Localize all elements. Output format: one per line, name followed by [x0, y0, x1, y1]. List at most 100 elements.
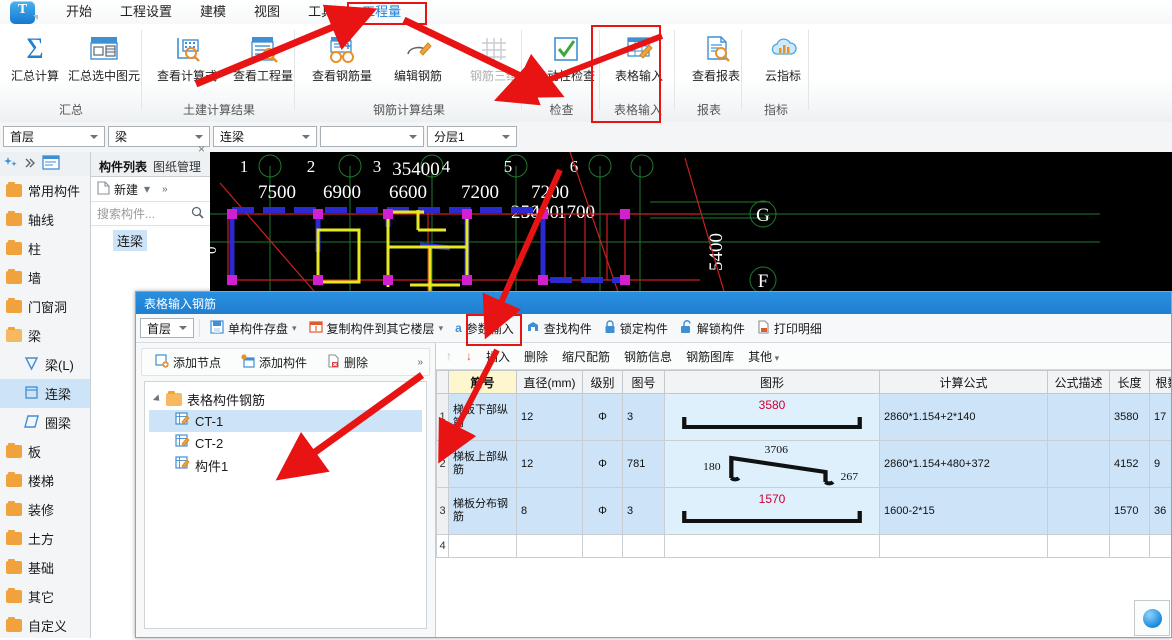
column-header-2[interactable]: 级别 — [582, 370, 623, 394]
dialog-title-bar[interactable]: 表格输入钢筋 — [136, 292, 1171, 314]
cell-drawing_no[interactable]: 781 — [622, 440, 665, 488]
row-index[interactable]: 4 — [436, 534, 449, 558]
copy-component-button[interactable]: 复制构件到其它楼层 ▾ — [304, 318, 449, 339]
ribbon-button-summary-selected[interactable]: 汇总选中图元 — [66, 28, 142, 83]
tree-root-node[interactable]: 表格构件钢筋 — [149, 388, 422, 410]
cell-length[interactable]: 1570 — [1109, 487, 1150, 535]
chevron-down-icon[interactable] — [152, 394, 163, 404]
rail-item-11[interactable]: 装修 — [0, 495, 90, 524]
rail-item-5[interactable]: 梁 — [0, 321, 90, 350]
ribbon-button-table-input[interactable]: 表格输入 — [601, 28, 677, 83]
cell-count[interactable]: 9 — [1149, 440, 1171, 488]
grid-toolbar-arrow-down-icon[interactable]: ↓ — [466, 349, 472, 363]
tree-node-0[interactable]: CT-1 — [149, 410, 422, 432]
floor-selector[interactable]: 首层 — [3, 126, 105, 147]
row-index[interactable]: 3 — [436, 487, 449, 535]
cell-count[interactable]: 17 — [1149, 393, 1171, 441]
grid-toolbar-rebar-library-icon[interactable]: 钢筋图库 — [686, 348, 734, 365]
cell-diameter[interactable]: 8 — [516, 487, 583, 535]
ribbon-button-summary-calc[interactable]: Σ 汇总计算 — [4, 28, 66, 83]
ribbon-tab-5[interactable]: 工程量 — [348, 1, 415, 23]
column-header-4[interactable]: 图形 — [664, 370, 880, 394]
cell-diameter[interactable] — [516, 534, 583, 558]
ribbon-tab-0[interactable]: 开始 — [52, 1, 106, 23]
cell-name[interactable]: 梯板下部纵筋 — [448, 393, 517, 441]
cell-formula[interactable]: 2860*1.154+2*140 — [879, 393, 1048, 441]
cell-shape[interactable]: 3580 — [664, 393, 880, 441]
cell-formula_desc[interactable] — [1047, 393, 1110, 441]
cell-length[interactable] — [1109, 534, 1150, 558]
rail-item-1[interactable]: 轴线 — [0, 205, 90, 234]
cell-shape[interactable]: 1570 — [664, 487, 880, 535]
grid-toolbar-more-icon[interactable]: 其他 ▾ — [748, 348, 779, 365]
cell-formula_desc[interactable] — [1047, 487, 1110, 535]
close-icon[interactable]: × — [198, 142, 205, 156]
delete-node-button[interactable]: 删除 — [322, 352, 373, 373]
grid-toolbar-rebar-info-icon[interactable]: 钢筋信息 — [624, 348, 672, 365]
ribbon-button-edit-rebar[interactable]: 编辑钢筋 — [380, 28, 456, 83]
grid-toolbar-insert-icon[interactable]: 插入 — [486, 348, 510, 365]
table-row[interactable]: 1 梯板下部纵筋 12 Φ 3 3580 2860*1.154+2*140 3580 17 — [436, 393, 1171, 441]
expand-icon[interactable]: » — [162, 184, 168, 195]
column-header-5[interactable]: 计算公式 — [879, 370, 1048, 394]
column-header-1[interactable]: 直径(mm) — [516, 370, 583, 394]
ribbon-button-auto-check[interactable]: 自动性检查 — [527, 28, 603, 83]
ribbon-button-view-formula[interactable]: 查看计算式 — [149, 28, 225, 83]
floating-help-widget[interactable] — [1134, 600, 1170, 636]
rail-item-3[interactable]: 墙 — [0, 263, 90, 292]
row-index[interactable]: 2 — [436, 440, 449, 488]
rail-item-7[interactable]: 连梁 — [0, 379, 90, 408]
cell-grade[interactable]: Φ — [582, 440, 623, 488]
rail-item-8[interactable]: 圈梁 — [0, 408, 90, 437]
column-header-6[interactable]: 公式描述 — [1047, 370, 1110, 394]
tab-drawing-management[interactable]: 图纸管理 — [149, 156, 205, 177]
ribbon-button-view-quantity[interactable]: 查看工程量 — [225, 28, 301, 83]
rail-item-13[interactable]: 基础 — [0, 553, 90, 582]
rail-item-0[interactable]: 常用构件 — [0, 176, 90, 205]
rail-item-9[interactable]: 板 — [0, 437, 90, 466]
tab-component-list[interactable]: 构件列表 — [95, 156, 152, 179]
category-selector[interactable]: 梁 — [108, 126, 210, 147]
find-component-button[interactable]: 查找构件 — [521, 318, 597, 339]
column-header-3[interactable]: 图号 — [622, 370, 665, 394]
rail-item-14[interactable]: 其它 — [0, 582, 90, 611]
cell-diameter[interactable]: 12 — [516, 440, 583, 488]
collapse-icon[interactable] — [24, 157, 36, 172]
cell-formula[interactable] — [879, 534, 1048, 558]
expand-icon[interactable]: » — [417, 357, 423, 368]
rail-item-15[interactable]: 自定义 — [0, 611, 90, 640]
list-item[interactable]: 连梁 — [113, 230, 148, 251]
sparkle-icon[interactable] — [4, 156, 18, 173]
table-row[interactable]: 4 — [436, 534, 1171, 558]
add-component-button[interactable]: 添加构件 — [236, 352, 312, 373]
row-index[interactable]: 1 — [436, 393, 449, 441]
tree-node-2[interactable]: 构件1 — [149, 454, 422, 476]
dialog-floor-selector[interactable]: 首层 — [140, 318, 194, 338]
rail-item-4[interactable]: 门窗洞 — [0, 292, 90, 321]
cell-count[interactable] — [1149, 534, 1171, 558]
cell-name[interactable]: 梯板分布钢筋 — [448, 487, 517, 535]
cell-length[interactable]: 4152 — [1109, 440, 1150, 488]
cell-formula[interactable]: 1600-2*15 — [879, 487, 1048, 535]
cell-drawing_no[interactable]: 3 — [622, 393, 665, 441]
rail-item-2[interactable]: 柱 — [0, 234, 90, 263]
cell-formula_desc[interactable] — [1047, 534, 1110, 558]
print-detail-button[interactable]: 打印明细 — [752, 318, 827, 339]
lock-component-button[interactable]: 锁定构件 — [599, 318, 673, 339]
unlock-component-button[interactable]: 解锁构件 — [675, 318, 750, 339]
rail-item-12[interactable]: 土方 — [0, 524, 90, 553]
tree-node-1[interactable]: CT-2 — [149, 432, 422, 454]
component-search[interactable]: 搜索构件... — [91, 202, 210, 226]
cell-grade[interactable]: Φ — [582, 487, 623, 535]
grid-toolbar-delete-row-icon[interactable]: 删除 — [524, 348, 548, 365]
ribbon-tab-4[interactable]: 工具 — [294, 1, 348, 23]
rebar-grid[interactable]: 筋号直径(mm)级别图号图形计算公式公式描述长度根数 1梯板下部纵筋12Φ335… — [436, 370, 1171, 637]
ribbon-tab-3[interactable]: 视图 — [240, 1, 294, 23]
table-row[interactable]: 3 梯板分布钢筋 8 Φ 3 1570 1600-2*15 1570 36 — [436, 487, 1171, 535]
cell-count[interactable]: 36 — [1149, 487, 1171, 535]
cell-name[interactable]: 梯板上部纵筋 — [448, 440, 517, 488]
ribbon-button-view-rebar[interactable]: 查看钢筋量 — [304, 28, 380, 83]
blank-selector[interactable] — [320, 126, 424, 147]
cell-drawing_no[interactable]: 3 — [622, 487, 665, 535]
cell-grade[interactable] — [582, 534, 623, 558]
